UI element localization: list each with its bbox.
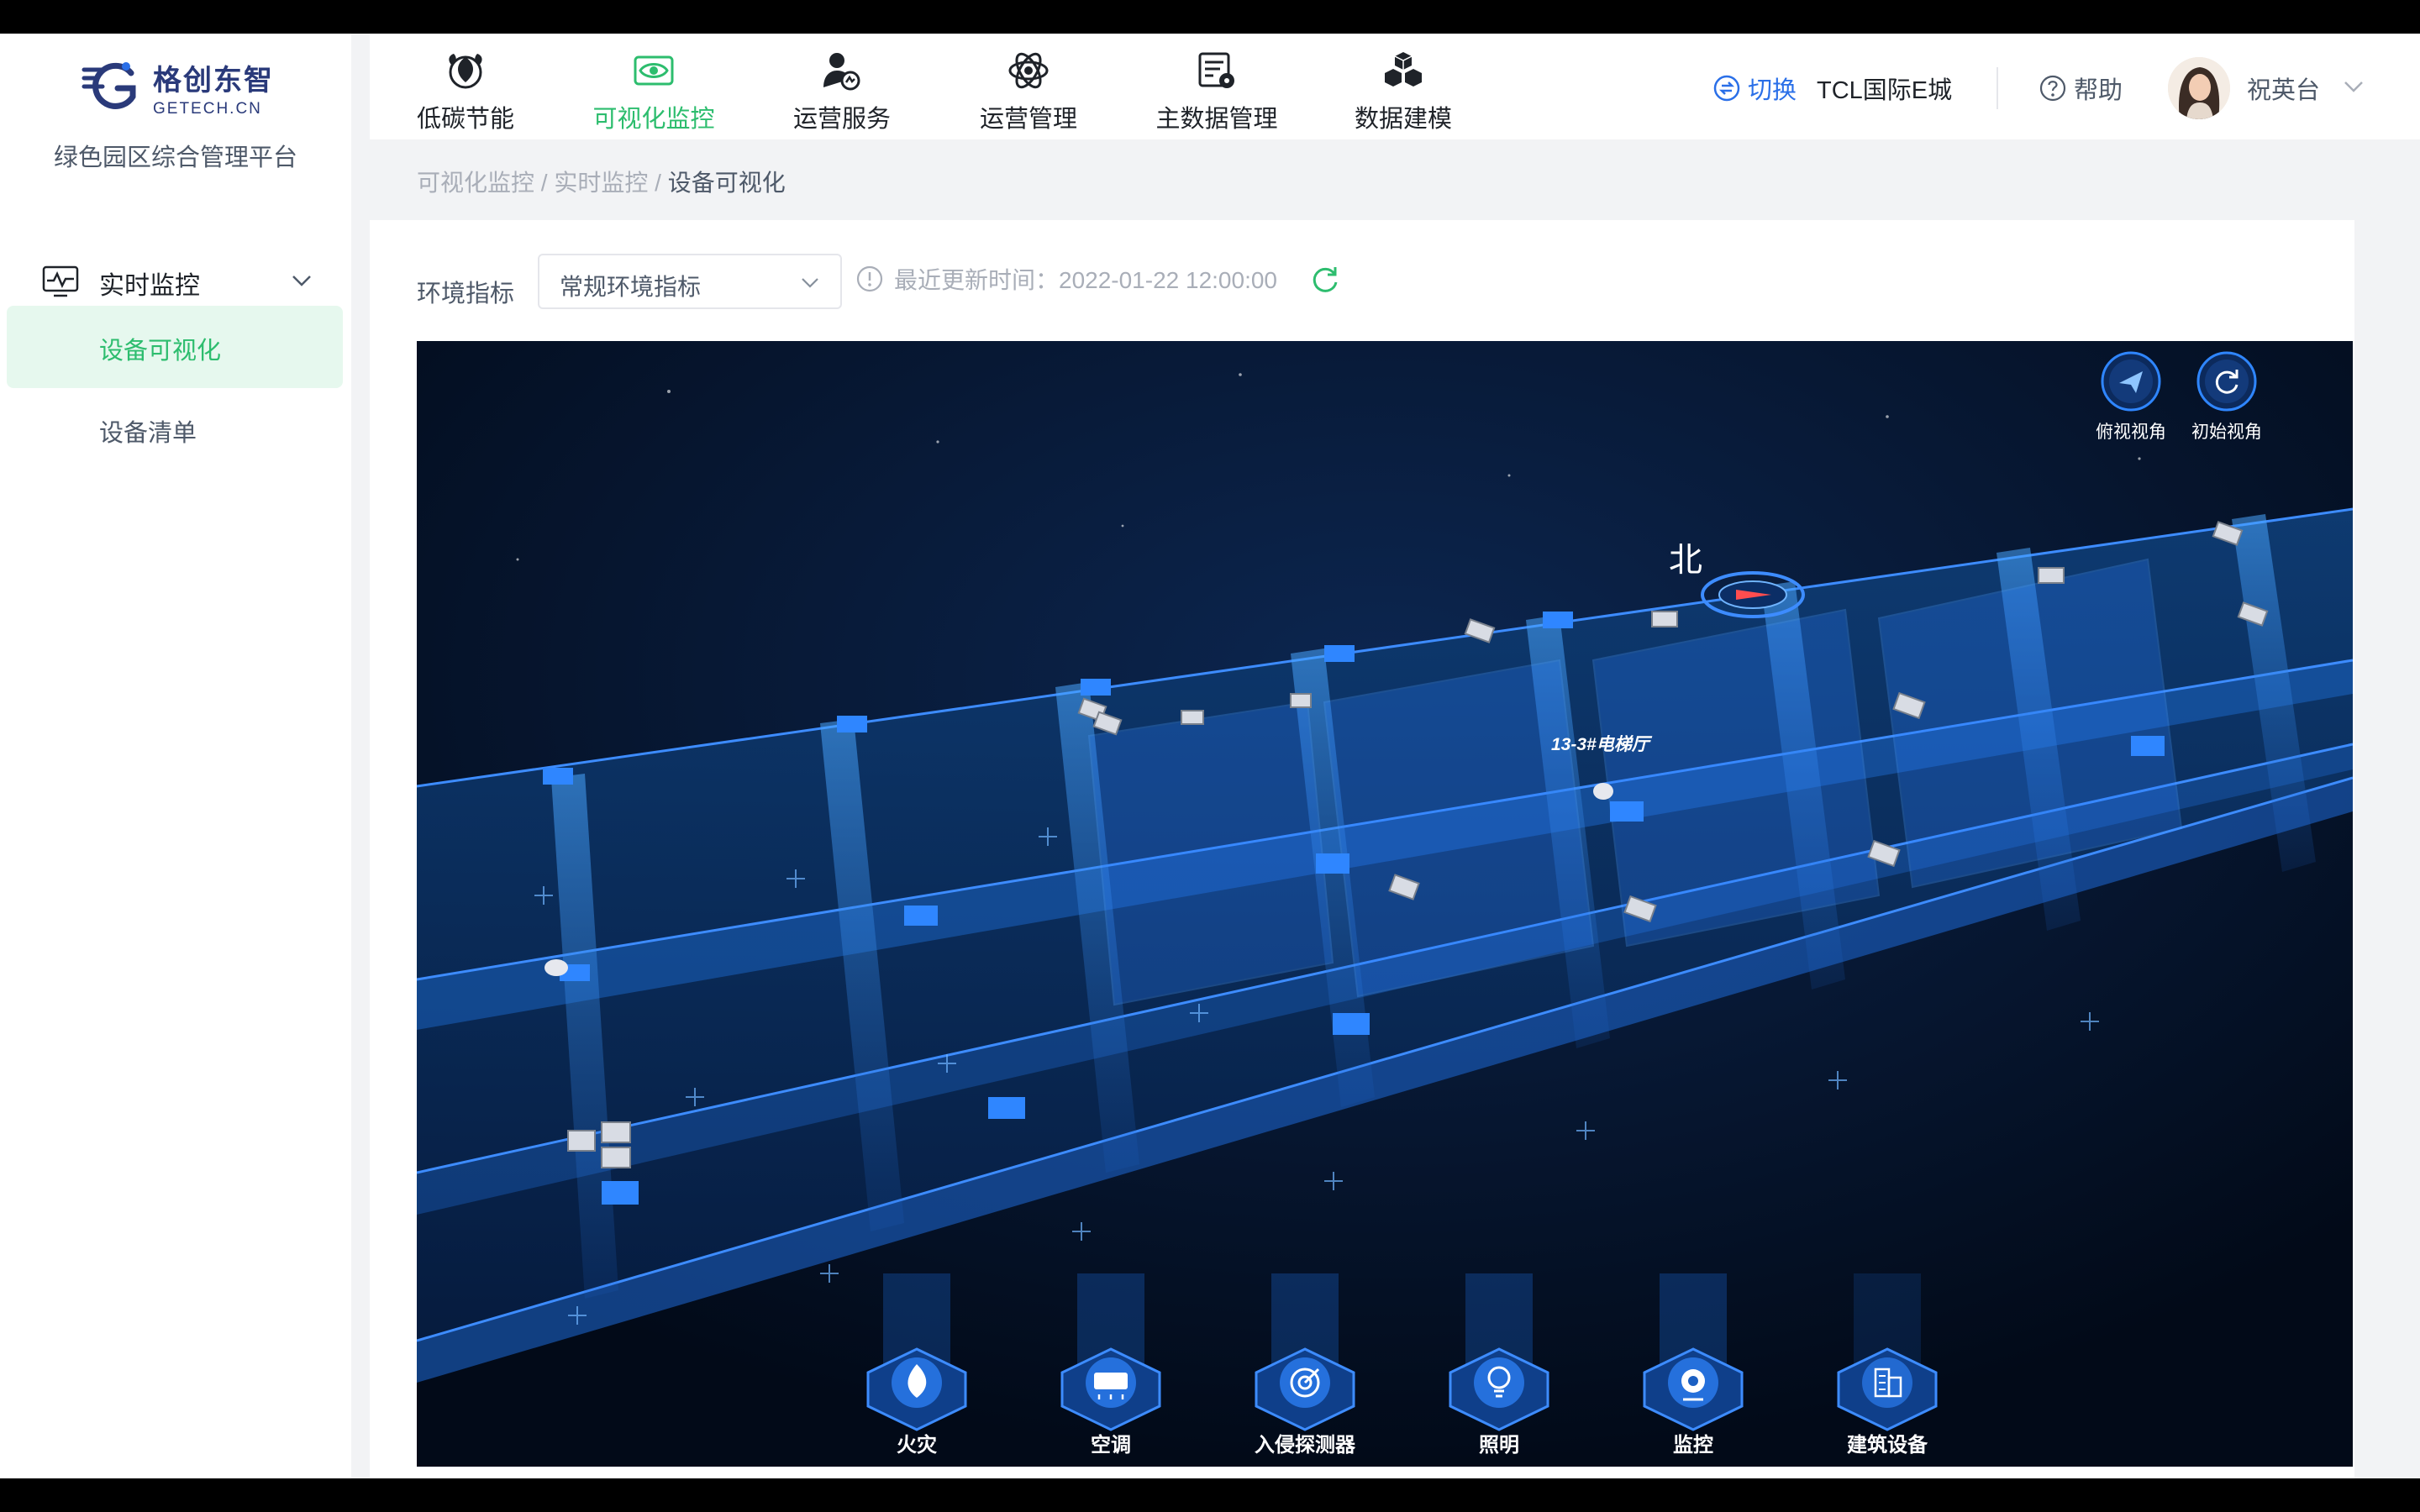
- avatar[interactable]: [2168, 57, 2230, 119]
- nav-master-data[interactable]: 主数据管理: [1150, 49, 1284, 139]
- current-park-name: TCL国际E城: [1817, 77, 1953, 104]
- window-bottom-bar: [0, 1478, 2420, 1512]
- category-lighting-button[interactable]: 照明: [1436, 1273, 1562, 1457]
- nav-operation-management[interactable]: 运营管理: [970, 49, 1087, 139]
- category-label: 入侵探测器: [1255, 1434, 1355, 1457]
- building-floor-scene[interactable]: [417, 341, 2353, 1467]
- chevron-down-icon[interactable]: [2341, 74, 2366, 99]
- camera-icon: [1643, 1273, 1744, 1431]
- help-icon: [2039, 75, 2066, 102]
- sidebar-item-label: 设备可视化: [99, 338, 222, 365]
- service-user-icon: [823, 53, 860, 91]
- sidebar-item-device-list[interactable]: 设备清单: [7, 388, 343, 470]
- radar-icon: [1255, 1273, 1355, 1431]
- env-indicator-select[interactable]: 常规环境指标: [538, 254, 842, 309]
- help-label: 帮助: [2074, 77, 2123, 104]
- sidebar-item-label: 设备清单: [99, 420, 197, 447]
- last-update: 最近更新时间：2022-01-22 12:00:00: [855, 262, 1277, 296]
- 3d-viewport[interactable]: 北 13-3#电梯厅 俯视视角 初始视角 火灾 空调 入侵探测器 照明 监控 建…: [417, 341, 2353, 1467]
- nav-label: 可视化监控: [592, 106, 715, 133]
- sidebar: 格创东智 GETECH.CN 绿色园区综合管理平台 实时监控 设备可视化 设备清…: [0, 34, 351, 1478]
- breadcrumb-item-visual-monitor[interactable]: 可视化监控: [417, 170, 534, 196]
- chevron-down-icon: [292, 276, 311, 286]
- refresh-icon[interactable]: [1309, 264, 1341, 296]
- sidebar-group-label: 实时监控: [99, 272, 200, 300]
- nav-label: 运营管理: [979, 106, 1077, 133]
- switch-label: 切换: [1748, 77, 1797, 104]
- bulb-icon: [1449, 1273, 1549, 1431]
- nav-operation-service[interactable]: 运营服务: [783, 49, 901, 139]
- leaf-icon: [449, 54, 482, 89]
- logo-chinese-text: 格创东智: [153, 65, 274, 97]
- nav-label: 低碳节能: [416, 106, 514, 133]
- category-label: 空调: [1091, 1434, 1131, 1457]
- help-button[interactable]: 帮助: [2039, 71, 2123, 106]
- initial-view-button[interactable]: 初始视角: [2185, 349, 2269, 444]
- air-conditioner-icon: [1060, 1273, 1161, 1431]
- category-label: 火灾: [897, 1434, 937, 1457]
- atom-icon: [1008, 52, 1049, 89]
- breadcrumb: 可视化监控 / 实时监控 / 设备可视化: [417, 165, 786, 198]
- nav-low-carbon[interactable]: 低碳节能: [407, 49, 524, 139]
- category-ac-button[interactable]: 空调: [1048, 1273, 1174, 1457]
- category-label: 监控: [1673, 1434, 1713, 1457]
- nav-label: 数据建模: [1354, 106, 1452, 133]
- paper-plane-icon: [2101, 351, 2161, 412]
- data-settings-icon: [1198, 52, 1234, 88]
- content-card: 环境指标 常规环境指标 最近更新时间：2022-01-22 12:00:00 北…: [370, 220, 2354, 1478]
- category-fire-button[interactable]: 火灾: [854, 1273, 980, 1457]
- eye-icon: [634, 55, 674, 86]
- nav-label: 运营服务: [792, 106, 891, 133]
- switch-park-button[interactable]: 切换: [1712, 71, 1797, 106]
- switch-icon: [1713, 75, 1740, 102]
- top-view-label: 俯视视角: [2096, 423, 2166, 442]
- category-label: 建筑设备: [1847, 1434, 1928, 1457]
- select-value: 常规环境指标: [560, 274, 702, 300]
- app-screen: 格创东智 GETECH.CN 绿色园区综合管理平台 实时监控 设备可视化 设备清…: [0, 34, 2420, 1478]
- user-avatar-icon: [2168, 57, 2230, 119]
- breadcrumb-separator: /: [540, 170, 548, 196]
- top-view-button[interactable]: 俯视视角: [2089, 349, 2173, 444]
- env-indicator-label: 环境指标: [417, 281, 515, 307]
- last-update-text: 最近更新时间：2022-01-22 12:00:00: [894, 267, 1277, 293]
- breadcrumb-item-realtime-monitor[interactable]: 实时监控: [554, 170, 648, 196]
- reset-view-icon: [2196, 351, 2257, 412]
- window-top-bar: [0, 0, 2420, 34]
- info-icon: [856, 265, 883, 292]
- monitor-pulse-icon: [42, 265, 79, 297]
- logo-english-text: GETECH.CN: [153, 100, 262, 118]
- nav-label: 主数据管理: [1155, 106, 1278, 133]
- initial-view-label: 初始视角: [2191, 423, 2262, 442]
- fire-icon: [866, 1273, 967, 1431]
- header-divider: [1996, 67, 1998, 109]
- chevron-down-icon: [802, 278, 818, 288]
- sidebar-item-device-visualization[interactable]: 设备可视化: [7, 306, 343, 388]
- category-monitor-button[interactable]: 监控: [1630, 1273, 1756, 1457]
- elevator-hall-label[interactable]: 13-3#电梯厅: [1551, 731, 1649, 756]
- breadcrumb-separator: /: [655, 170, 661, 196]
- brand-logo[interactable]: 格创东智 GETECH.CN: [81, 57, 274, 118]
- platform-name: 绿色园区综合管理平台: [53, 144, 297, 171]
- cubes-icon: [1385, 52, 1422, 87]
- getech-logo-icon: [82, 61, 136, 109]
- breadcrumb-item-current: 设备可视化: [667, 170, 786, 196]
- user-name[interactable]: 祝英台: [2247, 71, 2320, 106]
- category-building-equipment-button[interactable]: 建筑设备: [1824, 1273, 1950, 1457]
- nav-visual-monitor[interactable]: 可视化监控: [587, 49, 721, 139]
- category-intrusion-button[interactable]: 入侵探测器: [1242, 1273, 1368, 1457]
- category-label: 照明: [1479, 1434, 1519, 1457]
- nav-data-modeling[interactable]: 数据建模: [1344, 49, 1462, 139]
- top-header: 低碳节能 可视化监控 运营服务 运营管理 主数据管理 数据建模 切换 TCL国际…: [370, 34, 2420, 139]
- compass-north-label: 北: [1669, 542, 1702, 579]
- building-icon: [1837, 1273, 1938, 1431]
